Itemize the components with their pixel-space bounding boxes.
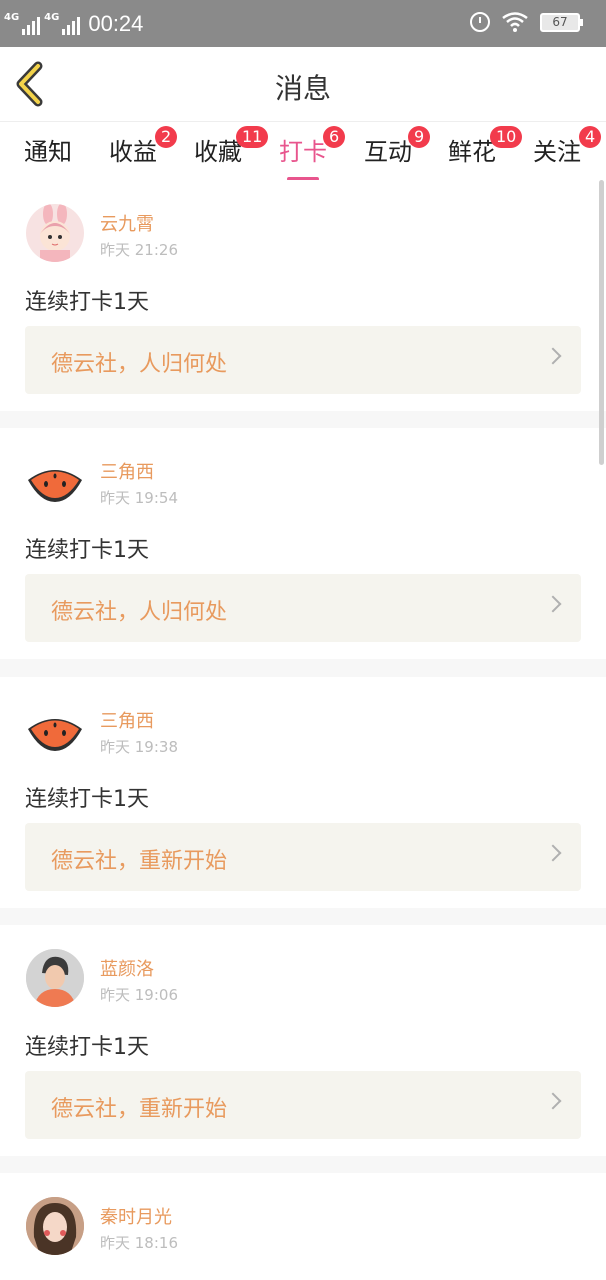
post-link[interactable]: 德云社，人归何处	[25, 574, 581, 642]
message-text: 连续打卡1天	[25, 538, 149, 563]
message-card: 云九霄 昨天 21:26 连续打卡1天 德云社，人归何处	[0, 180, 606, 411]
count-badge: 10	[490, 126, 523, 148]
tab-flowers[interactable]: 鲜花 10	[448, 126, 523, 167]
message-text: 连续打卡1天	[25, 1035, 149, 1060]
post-link-title: 德云社，人归何处	[51, 352, 228, 377]
count-badge: 2	[155, 126, 178, 148]
count-badge: 9	[408, 126, 431, 148]
alarm-icon	[470, 12, 490, 32]
tab-following[interactable]: 关注 4	[533, 126, 602, 167]
timestamp: 昨天 21:26	[100, 241, 178, 259]
count-badge: 11	[236, 126, 269, 148]
username[interactable]: 三角西	[100, 458, 154, 484]
header: 消息	[0, 47, 606, 122]
girl-photo-avatar[interactable]	[26, 1197, 84, 1255]
tab-interaction[interactable]: 互动 9	[364, 126, 431, 167]
tab-label: 收藏	[194, 138, 242, 166]
timestamp: 昨天 19:38	[100, 738, 178, 756]
page-title: 消息	[274, 72, 331, 105]
cartoon-girl-avatar[interactable]	[26, 204, 84, 262]
tab-label: 互动	[364, 138, 412, 166]
chevron-right-icon	[544, 844, 562, 862]
username[interactable]: 秦时月光	[100, 1203, 172, 1229]
tab-checkin[interactable]: 打卡 6	[279, 126, 346, 181]
clock: 00:24	[88, 10, 144, 36]
tab-label: 收益	[109, 138, 157, 166]
username[interactable]: 云九霄	[100, 210, 154, 236]
post-link[interactable]: 德云社，人归何处	[25, 326, 581, 394]
chevron-right-icon	[544, 595, 562, 613]
tab-bar: 通知 收益 2 收藏 11 打卡 6 互动 9 鲜花 10 关注 4	[0, 122, 606, 181]
tab-label: 鲜花	[448, 138, 496, 166]
chevron-right-icon	[544, 347, 562, 365]
post-link[interactable]: 德云社，重新开始	[25, 1071, 581, 1139]
signal-icon-2: 4G	[44, 11, 81, 35]
watermelon-avatar[interactable]	[26, 452, 84, 510]
message-card: 蓝颜洛 昨天 19:06 连续打卡1天 德云社，重新开始	[0, 925, 606, 1156]
message-text: 连续打卡1天	[25, 290, 149, 315]
username[interactable]: 三角西	[100, 707, 154, 733]
watermelon-avatar[interactable]	[26, 701, 84, 759]
count-badge: 6	[323, 126, 346, 148]
post-link-title: 德云社，重新开始	[51, 1097, 228, 1122]
status-bar: 4G 4G 00:24 67	[0, 0, 606, 47]
tab-earnings[interactable]: 收益 2	[109, 126, 178, 167]
network-type-label-2: 4G	[44, 11, 60, 23]
message-card: 秦时月光 昨天 18:16	[0, 1173, 606, 1280]
username[interactable]: 蓝颜洛	[100, 955, 154, 981]
tab-label: 通知	[24, 138, 72, 166]
post-link-title: 德云社，人归何处	[51, 600, 228, 625]
tab-favorites[interactable]: 收藏 11	[194, 126, 269, 167]
message-card: 三角西 昨天 19:54 连续打卡1天 德云社，人归何处	[0, 428, 606, 659]
tab-label: 关注	[533, 138, 581, 166]
signal-icon: 4G	[4, 11, 41, 35]
network-type-label: 4G	[4, 11, 20, 23]
post-link-title: 德云社，重新开始	[51, 849, 228, 874]
message-text: 连续打卡1天	[25, 787, 149, 812]
wifi-icon	[502, 12, 528, 32]
tab-label: 打卡	[279, 138, 327, 166]
battery-icon: 67	[540, 12, 583, 32]
timestamp: 昨天 19:06	[100, 986, 178, 1004]
message-card: 三角西 昨天 19:38 连续打卡1天 德云社，重新开始	[0, 677, 606, 908]
timestamp: 昨天 19:54	[100, 489, 178, 507]
tab-notifications[interactable]: 通知	[24, 132, 72, 167]
timestamp: 昨天 18:16	[100, 1234, 178, 1252]
man-photo-avatar[interactable]	[26, 949, 84, 1007]
chevron-right-icon	[544, 1092, 562, 1110]
scrollbar[interactable]	[599, 180, 604, 465]
post-link[interactable]: 德云社，重新开始	[25, 823, 581, 891]
count-badge: 4	[579, 126, 602, 148]
